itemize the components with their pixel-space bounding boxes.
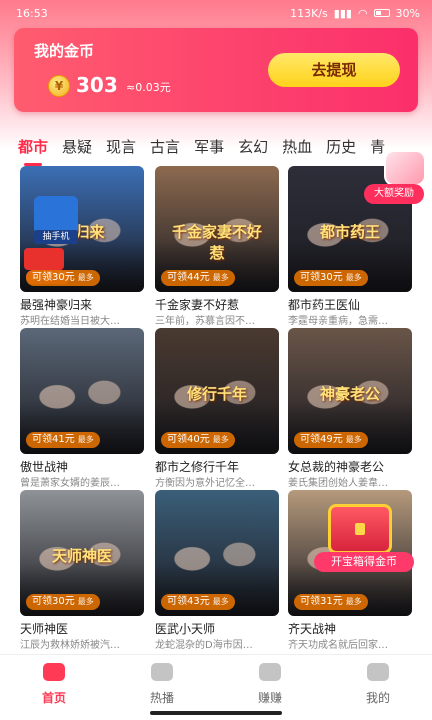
status-bar: 16:53 113K/s ▮▮▮ ◠ 30% <box>0 0 432 26</box>
poster-caption: 天师神医 <box>51 547 112 566</box>
reward-max-label: 最多 <box>77 435 94 444</box>
drama-poster[interactable]: 千金家妻不好惹可领44元 最多 <box>155 166 279 292</box>
tab-item[interactable]: 热血 <box>282 132 312 164</box>
signal-icon: ▮▮▮ <box>333 6 352 20</box>
video-home-icon <box>43 663 65 681</box>
drama-poster[interactable]: 神豪老公可领49元 最多 <box>288 328 412 454</box>
drama-description: 齐天功成名就后回家… <box>288 640 388 651</box>
reward-badge: 可领30元 最多 <box>26 270 100 286</box>
poster-caption: 神豪老公 <box>319 385 380 404</box>
reward-badge: 可领30元 最多 <box>294 270 368 286</box>
reward-badge: 可领40元 最多 <box>161 432 235 448</box>
poster-caption: 都市药王 <box>319 223 380 242</box>
reward-amount: 可领30元 <box>300 272 343 283</box>
reward-amount: 可领40元 <box>167 434 210 445</box>
nav-label: 热播 <box>149 691 174 705</box>
home-indicator <box>150 711 282 715</box>
drama-title[interactable]: 女总裁的神豪老公 <box>288 458 412 475</box>
drama-description: 方衡因为意外记忆全… <box>155 478 255 489</box>
reward-amount: 可领44元 <box>167 272 210 283</box>
reward-badge: 可领31元 最多 <box>294 594 368 610</box>
drama-poster[interactable]: 天师神医可领30元 最多 <box>20 490 144 616</box>
treasure-chest-icon[interactable] <box>328 504 392 554</box>
drama-poster[interactable]: 可领41元 最多 <box>20 328 144 454</box>
drama-description: 三年前，苏慕言因不… <box>155 316 255 327</box>
reward-max-label: 最多 <box>77 597 94 606</box>
reward-amount: 可领49元 <box>300 434 343 445</box>
reward-badge: 可领49元 最多 <box>294 432 368 448</box>
drama-title[interactable]: 医武小天师 <box>155 620 279 637</box>
reward-max-label: 最多 <box>212 273 229 282</box>
nav-label: 我的 <box>365 691 390 705</box>
drama-description: 李霆母亲重病，急需… <box>288 316 388 327</box>
reward-badge: 可领41元 最多 <box>26 432 100 448</box>
drama-title[interactable]: 都市药王医仙 <box>288 296 412 313</box>
drama-title[interactable]: 千金家妻不好惹 <box>155 296 279 313</box>
status-time: 16:53 <box>16 6 48 20</box>
nav-label: 首页 <box>41 691 66 705</box>
drama-title[interactable]: 齐天战神 <box>288 620 412 637</box>
drama-title[interactable]: 傲世战神 <box>20 458 144 475</box>
nav-item[interactable]: 我的 <box>324 655 432 720</box>
play-icon <box>151 663 173 681</box>
poster-caption: 千金家妻不好惹 <box>171 223 262 263</box>
drama-title[interactable]: 天师神医 <box>20 620 144 637</box>
drama-title[interactable]: 都市之修行千年 <box>155 458 279 475</box>
reward-amount: 可领30元 <box>32 272 75 283</box>
phone-prize-icon <box>34 196 78 234</box>
bonus-float-button[interactable]: 大额奖励 <box>360 150 430 210</box>
coin-icon <box>259 663 281 681</box>
drama-title[interactable]: 最强神豪归来 <box>20 296 144 313</box>
nav-item[interactable]: 首页 <box>0 655 108 720</box>
coin-balance: 303 <box>76 73 118 97</box>
red-packet-icon <box>24 248 64 270</box>
drama-poster[interactable]: 修行千年可领40元 最多 <box>155 328 279 454</box>
reward-max-label: 最多 <box>77 273 94 282</box>
drama-poster[interactable]: 豪归来抽手机百元红包可领30元最多 <box>20 166 144 292</box>
coin-card: 我的金币 ¥ 303 ≈0.03元 去提现 <box>14 28 418 112</box>
drama-description: 江辰为救林娇娇被汽… <box>20 640 120 651</box>
reward-amount: 可领41元 <box>32 434 75 445</box>
battery-level: 30% <box>395 6 420 20</box>
reward-amount: 可领43元 <box>167 596 210 607</box>
tab-item[interactable]: 现言 <box>106 132 136 164</box>
coin-card-title: 我的金币 <box>34 42 95 60</box>
reward-max-label: 最多 <box>345 435 362 444</box>
reward-badge: 可领44元 最多 <box>161 270 235 286</box>
network-speed: 113K/s <box>290 6 328 20</box>
coin-icon: ¥ <box>48 75 70 97</box>
gift-icon <box>384 150 426 186</box>
reward-badge: 可领30元 最多 <box>26 594 100 610</box>
drama-description: 曾是萧家女婿的姜辰… <box>20 478 120 489</box>
withdraw-button[interactable]: 去提现 <box>268 53 400 87</box>
drama-description: 苏明在结婚当日被大… <box>20 316 120 327</box>
tab-item[interactable]: 古言 <box>150 132 180 164</box>
coin-approx-value: ≈0.03元 <box>126 81 171 94</box>
bonus-label: 大额奖励 <box>364 184 424 204</box>
phone-prize-label: 抽手机 <box>34 230 78 244</box>
reward-amount: 可领30元 <box>32 596 75 607</box>
drama-description: 姜氏集团创始人姜韋… <box>288 478 388 489</box>
treasure-chest-label[interactable]: 开宝箱得金币 <box>314 552 414 572</box>
battery-icon <box>373 9 390 17</box>
reward-badge: 可领43元 最多 <box>161 594 235 610</box>
drama-poster[interactable]: 可领43元 最多 <box>155 490 279 616</box>
drama-description: 龙蛇混杂的D海市因… <box>155 640 253 651</box>
reward-max-label: 最多 <box>212 597 229 606</box>
poster-caption: 修行千年 <box>186 385 247 404</box>
tab-item[interactable]: 历史 <box>326 132 356 164</box>
tab-item[interactable]: 悬疑 <box>62 132 92 164</box>
reward-max-label: 最多 <box>345 273 362 282</box>
tab-item[interactable]: 都市 <box>18 132 48 166</box>
tab-item[interactable]: 军事 <box>194 132 224 164</box>
reward-max-label: 最多 <box>212 435 229 444</box>
reward-amount: 可领31元 <box>300 596 343 607</box>
reward-max-label: 最多 <box>345 597 362 606</box>
user-icon <box>367 663 389 681</box>
tab-item[interactable]: 玄幻 <box>238 132 268 164</box>
nav-label: 赚赚 <box>257 691 282 705</box>
wifi-icon: ◠ <box>357 6 368 20</box>
